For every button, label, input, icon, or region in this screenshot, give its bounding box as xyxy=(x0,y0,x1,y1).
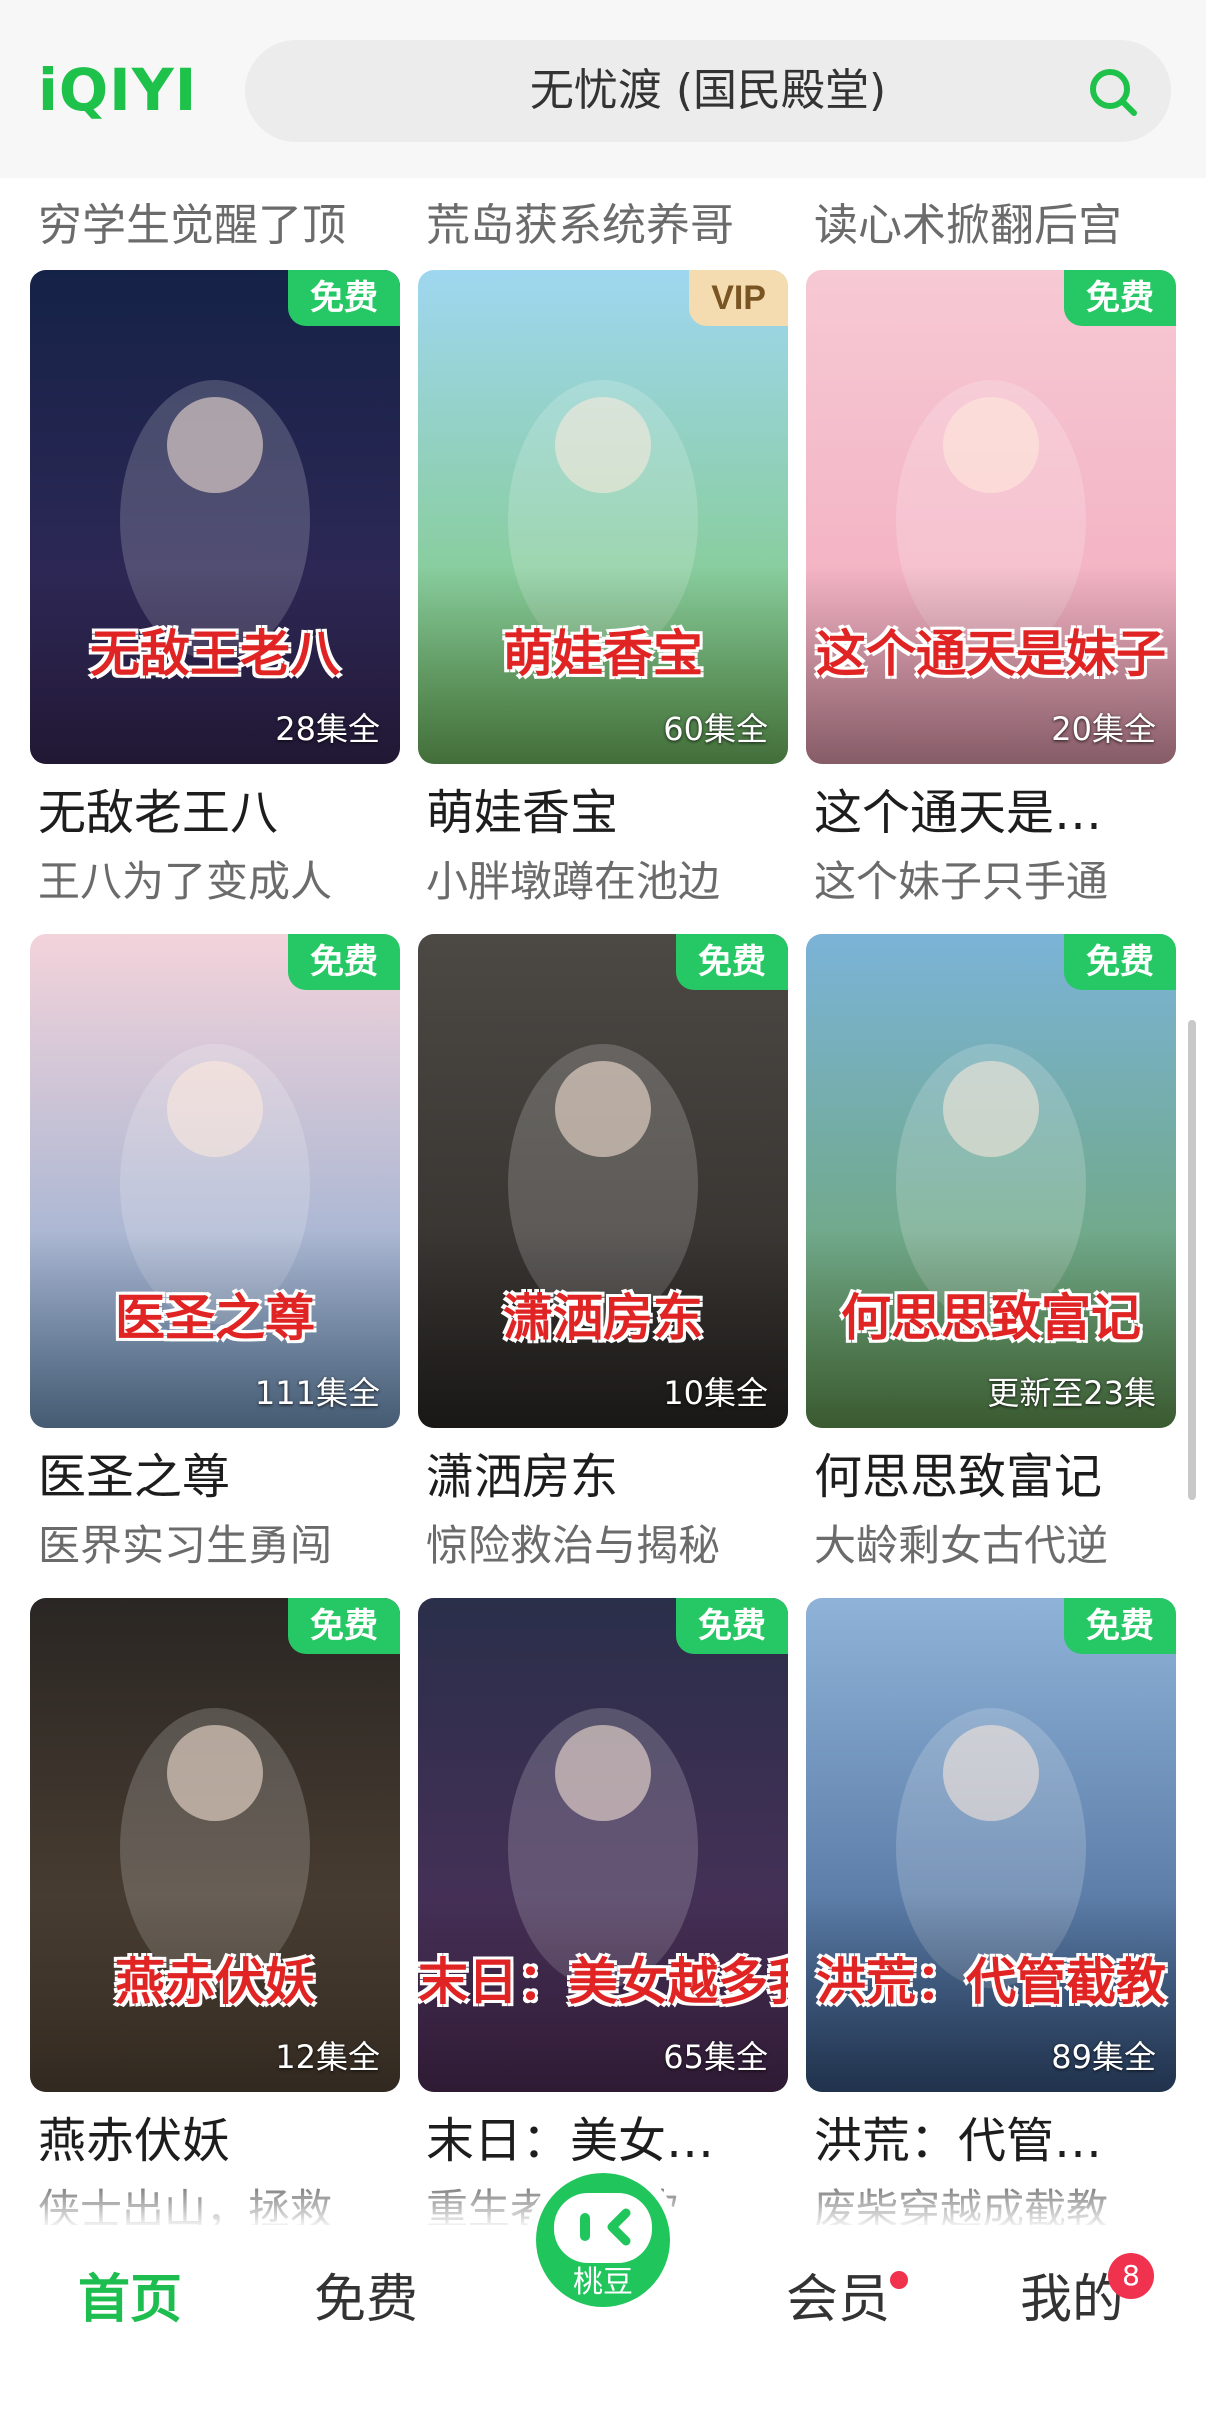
card-title[interactable]: 末日：美女… xyxy=(426,2106,786,2176)
card-title[interactable]: 何思思致富记 xyxy=(814,1442,1174,1512)
free-badge: 免费 xyxy=(676,934,788,990)
member-notification-dot xyxy=(890,2271,908,2289)
nav-member-tab[interactable]: 会员 xyxy=(748,2225,928,2375)
card-subtitle: 荒岛获系统养哥 xyxy=(426,200,734,251)
card-title[interactable]: 医圣之尊 xyxy=(38,1442,398,1512)
poster-art-image xyxy=(418,1598,788,2092)
poster-art-image xyxy=(30,934,400,1428)
search-icon[interactable] xyxy=(1087,66,1139,118)
card-subtitle: 惊险救治与揭秘 xyxy=(426,1521,721,1570)
drama-card[interactable]: 医圣之尊 免费 111集全 医圣之尊 医界实习生勇闯 xyxy=(30,934,400,1584)
poster-art-image xyxy=(30,270,400,764)
episode-count: 20集全 xyxy=(1051,710,1156,748)
poster-title-text: 萌娃香宝 xyxy=(503,624,703,683)
card-title[interactable]: 萌娃香宝 xyxy=(426,778,786,848)
drama-poster[interactable]: 洪荒：代管截教 免费 89集全 xyxy=(806,1598,1176,2092)
taodou-eyes-icon xyxy=(580,2208,631,2246)
app-screen: iQIYI 无忧渡 (国民殿堂) 穷学生觉醒了顶 荒岛获系统养哥 读心术掀翻后宫 xyxy=(0,0,1206,2425)
poster-title-text: 潇洒房东 xyxy=(503,1288,703,1347)
poster-title-text: 何思思致富记 xyxy=(841,1288,1141,1347)
search-bar[interactable]: 无忧渡 (国民殿堂) xyxy=(245,40,1171,142)
card-subtitle: 读心术掀翻后宫 xyxy=(814,200,1122,251)
nav-free-tab[interactable]: 免费 xyxy=(276,2225,456,2375)
card-title[interactable]: 无敌老王八 xyxy=(38,778,398,848)
drama-poster[interactable]: 无敌王老八 免费 28集全 xyxy=(30,270,400,764)
episode-count: 111集全 xyxy=(254,1374,380,1412)
episode-count: 更新至23集 xyxy=(987,1374,1156,1412)
episode-count: 12集全 xyxy=(275,2038,380,2076)
drama-poster[interactable]: 这个通天是妹子 免费 20集全 xyxy=(806,270,1176,764)
poster-title-text: 这个通天是妹子 xyxy=(816,624,1166,683)
poster-art-image xyxy=(418,934,788,1428)
drama-poster[interactable]: 末日：美女越多我越强 免费 65集全 xyxy=(418,1598,788,2092)
drama-card[interactable]: 无敌王老八 免费 28集全 无敌老王八 王八为了变成人 xyxy=(30,270,400,920)
scrollbar[interactable] xyxy=(1188,1020,1196,1500)
drama-card[interactable]: 何思思致富记 免费 更新至23集 何思思致富记 大龄剩女古代逆 xyxy=(806,934,1176,1584)
search-query-text[interactable]: 无忧渡 (国民殿堂) xyxy=(245,40,1171,142)
taodou-face-icon xyxy=(554,2193,652,2263)
previous-row-subtitles: 穷学生觉醒了顶 荒岛获系统养哥 读心术掀翻后宫 xyxy=(0,196,1206,256)
iqiyi-logo[interactable]: iQIYI xyxy=(38,58,197,122)
free-badge: 免费 xyxy=(1064,934,1176,990)
card-title[interactable]: 潇洒房东 xyxy=(426,1442,786,1512)
drama-poster[interactable]: 燕赤伏妖 免费 12集全 xyxy=(30,1598,400,2092)
poster-art-image xyxy=(806,1598,1176,2092)
episode-count: 60集全 xyxy=(663,710,768,748)
nav-home-tab[interactable]: 首页 xyxy=(40,2225,220,2375)
poster-title-text: 末日：美女越多我越强 xyxy=(418,1952,788,2011)
nav-me-tab[interactable]: 我的 xyxy=(982,2225,1162,2375)
poster-art-image xyxy=(806,270,1176,764)
poster-title-text: 燕赤伏妖 xyxy=(115,1952,315,2011)
free-badge: 免费 xyxy=(288,1598,400,1654)
vip-badge: VIP xyxy=(689,270,788,326)
card-subtitle: 这个妹子只手通 xyxy=(814,857,1109,906)
poster-art-image xyxy=(418,270,788,764)
card-subtitle: 医界实习生勇闯 xyxy=(38,1521,333,1570)
drama-poster[interactable]: 萌娃香宝 VIP 60集全 xyxy=(418,270,788,764)
card-subtitle: 大龄剩女古代逆 xyxy=(814,1521,1109,1570)
poster-art-image xyxy=(30,1598,400,2092)
episode-count: 65集全 xyxy=(663,2038,768,2076)
drama-card[interactable]: 燕赤伏妖 免费 12集全 燕赤伏妖 侠士出山，拯救 xyxy=(30,1598,400,2248)
drama-poster[interactable]: 潇洒房东 免费 10集全 xyxy=(418,934,788,1428)
card-title[interactable]: 这个通天是… xyxy=(814,778,1174,848)
drama-card[interactable]: 洪荒：代管截教 免费 89集全 洪荒：代管… 废柴穿越成截教 xyxy=(806,1598,1176,2248)
drama-card[interactable]: 这个通天是妹子 免费 20集全 这个通天是… 这个妹子只手通 xyxy=(806,270,1176,920)
card-subtitle: 小胖墩蹲在池边 xyxy=(426,857,721,906)
drama-poster[interactable]: 何思思致富记 免费 更新至23集 xyxy=(806,934,1176,1428)
free-badge: 免费 xyxy=(676,1598,788,1654)
free-badge: 免费 xyxy=(288,934,400,990)
card-subtitle: 穷学生觉醒了顶 xyxy=(38,200,346,251)
episode-count: 89集全 xyxy=(1051,2038,1156,2076)
nav-taodou-button[interactable]: 桃豆 xyxy=(536,2173,670,2307)
free-badge: 免费 xyxy=(288,270,400,326)
nav-taodou-label: 桃豆 xyxy=(573,2265,633,2300)
poster-title-text: 无敌王老八 xyxy=(90,624,340,683)
drama-card[interactable]: 潇洒房东 免费 10集全 潇洒房东 惊险救治与揭秘 xyxy=(418,934,788,1584)
drama-card[interactable]: 末日：美女越多我越强 免费 65集全 末日：美女… 重生者…所欲 xyxy=(418,1598,788,2248)
poster-title-text: 洪荒：代管截教 xyxy=(816,1952,1166,2011)
free-badge: 免费 xyxy=(1064,1598,1176,1654)
episode-count: 10集全 xyxy=(663,1374,768,1412)
card-subtitle: 王八为了变成人 xyxy=(38,857,333,906)
free-badge: 免费 xyxy=(1064,270,1176,326)
card-title[interactable]: 燕赤伏妖 xyxy=(38,2106,398,2176)
me-notification-badge: 8 xyxy=(1108,2253,1154,2299)
poster-title-text: 医圣之尊 xyxy=(115,1288,315,1347)
drama-poster[interactable]: 医圣之尊 免费 111集全 xyxy=(30,934,400,1428)
episode-count: 28集全 xyxy=(275,710,380,748)
card-title[interactable]: 洪荒：代管… xyxy=(814,2106,1174,2176)
drama-card[interactable]: 萌娃香宝 VIP 60集全 萌娃香宝 小胖墩蹲在池边 xyxy=(418,270,788,920)
bottom-nav: 首页 免费 桃豆 会员 我的 8 xyxy=(0,2173,1206,2425)
top-header: iQIYI 无忧渡 (国民殿堂) xyxy=(0,0,1206,178)
poster-art-image xyxy=(806,934,1176,1428)
